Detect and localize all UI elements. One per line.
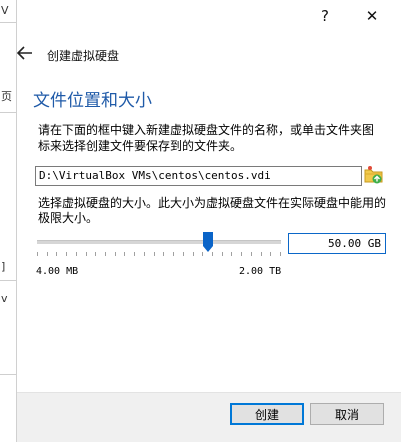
slider-tick <box>212 252 213 256</box>
slider-tick <box>56 252 57 256</box>
size-slider[interactable] <box>37 230 281 254</box>
slider-tick <box>86 252 87 256</box>
slider-tick <box>173 252 174 256</box>
background-fragment: v <box>1 292 8 305</box>
slider-tick <box>193 252 194 256</box>
slider-tick <box>202 252 203 256</box>
slider-tick <box>95 252 96 256</box>
slider-track <box>37 240 281 244</box>
slider-tick <box>134 252 135 256</box>
slider-tick <box>37 252 38 256</box>
create-virtual-disk-dialog: ? ✕ 创建虚拟硬盘 文件位置和大小 请在下面的框中键入新建虚拟硬盘文件的名称，… <box>16 0 401 442</box>
create-button[interactable]: 创建 <box>230 403 304 425</box>
min-size-label: 4.00 MB <box>36 266 79 277</box>
slider-tick <box>105 252 106 256</box>
background-divider <box>0 280 16 281</box>
slider-tick <box>261 252 262 256</box>
slider-tick <box>163 252 164 256</box>
slider-tick <box>241 252 242 256</box>
background-fragment: ] <box>1 260 6 273</box>
file-path-input[interactable]: D:\VirtualBox VMs\centos\centos.vdi <box>35 166 362 186</box>
size-input[interactable]: 50.00 GB <box>288 233 386 254</box>
back-arrow-icon[interactable] <box>16 46 33 60</box>
slider-tick <box>66 252 67 256</box>
close-button[interactable]: ✕ <box>350 0 394 32</box>
slider-tick <box>270 252 271 256</box>
titlebar: ? ✕ <box>17 0 401 32</box>
slider-tick <box>251 252 252 256</box>
screen: V 页 ] v ? ✕ 创建虚拟硬盘 文件位置和大小 请在下面的框中键入新建虚拟… <box>0 0 401 442</box>
max-size-label: 2.00 TB <box>239 266 282 277</box>
slider-tick <box>115 252 116 256</box>
location-description: 请在下面的框中键入新建虚拟硬盘文件的名称，或单击文件夹图标来选择创建文件要保存到… <box>38 123 375 153</box>
slider-tick <box>280 252 281 256</box>
slider-tick <box>47 252 48 256</box>
slider-tick <box>183 252 184 256</box>
background-divider <box>0 22 16 23</box>
background-window: V 页 ] v <box>0 0 16 442</box>
slider-ticks <box>37 252 281 257</box>
background-divider <box>0 374 16 375</box>
folder-browse-icon[interactable] <box>364 165 384 185</box>
background-fragment: V <box>1 4 9 17</box>
slider-tick <box>124 252 125 256</box>
wizard-header: 创建虚拟硬盘 <box>16 36 401 76</box>
slider-tick <box>222 252 223 256</box>
slider-tick <box>76 252 77 256</box>
background-divider <box>0 112 16 113</box>
slider-tick <box>231 252 232 256</box>
section-title: 文件位置和大小 <box>33 91 152 111</box>
slider-tick <box>144 252 145 256</box>
background-fragment: 页 <box>1 90 12 103</box>
size-description: 选择虚拟硬盘的大小。此大小为虚拟硬盘文件在实际硬盘中能用的极限大小。 <box>38 196 387 225</box>
help-button[interactable]: ? <box>303 0 347 32</box>
slider-tick <box>154 252 155 256</box>
dialog-footer: 创建 取消 <box>17 392 401 442</box>
cancel-button[interactable]: 取消 <box>310 403 384 425</box>
slider-handle[interactable] <box>203 232 213 252</box>
wizard-title: 创建虚拟硬盘 <box>47 49 120 63</box>
